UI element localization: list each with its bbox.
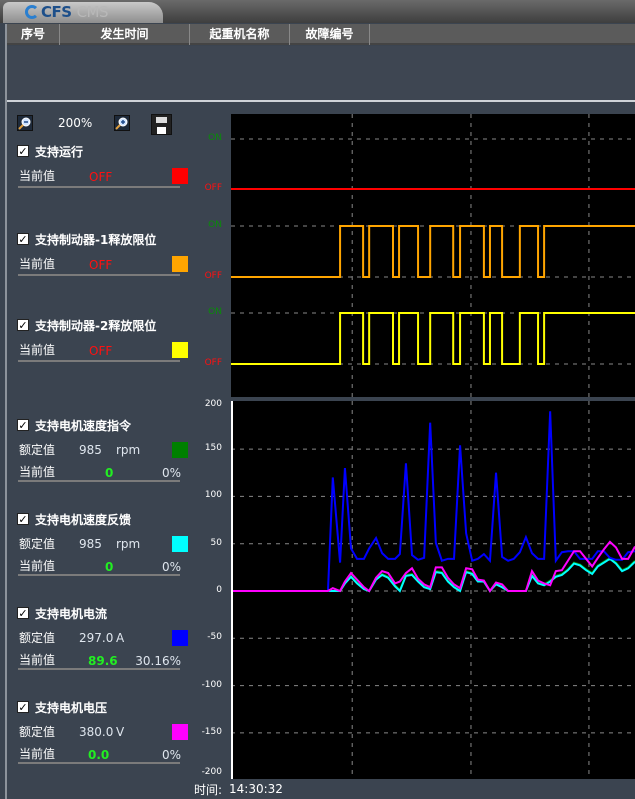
time-label: 时间:	[194, 783, 223, 797]
color-swatch[interactable]	[172, 342, 188, 358]
on-state-label: ON	[208, 307, 222, 317]
divider	[18, 186, 180, 188]
current-value: OFF	[89, 170, 113, 184]
zoom-in-icon[interactable]	[114, 115, 130, 131]
current-value-label: 当前值	[19, 257, 56, 271]
signal-name: 支持电机速度反馈	[35, 513, 132, 527]
current-percent: 0%	[161, 466, 181, 480]
current-percent: 30.16%	[135, 654, 181, 668]
column-header-crane-name[interactable]: 起重机名称	[190, 24, 290, 45]
time-value: 14:30:32	[229, 782, 283, 796]
y-tick-label: 50	[210, 537, 222, 548]
splitter[interactable]	[7, 100, 635, 102]
on-state-label: ON	[208, 220, 222, 230]
signal-checkbox[interactable]: ✓	[17, 701, 29, 713]
zoom-level: 200%	[58, 116, 93, 130]
current-value-label: 当前值	[19, 169, 56, 183]
y-tick-label: -200	[201, 767, 222, 777]
on-state-label: ON	[208, 133, 222, 143]
y-tick-label: 0	[216, 585, 222, 595]
logo-sub: CMS	[76, 3, 109, 21]
signal-checkbox[interactable]: ✓	[17, 319, 29, 331]
current-value-label: 当前值	[19, 747, 56, 761]
y-tick-label: -100	[201, 679, 222, 690]
rated-value-label: 额定值	[19, 443, 56, 457]
current-value-label: 当前值	[19, 343, 56, 357]
signal-checkbox[interactable]: ✓	[17, 607, 29, 619]
color-swatch[interactable]	[172, 256, 188, 272]
signal-name: 支持制动器-1释放限位	[35, 233, 157, 247]
color-swatch[interactable]	[172, 442, 188, 458]
y-tick-label: -50	[207, 632, 222, 643]
signal-checkbox[interactable]: ✓	[17, 419, 29, 431]
current-value-label: 当前值	[19, 653, 56, 667]
signal-checkbox[interactable]: ✓	[17, 513, 29, 525]
y-axis-line	[231, 401, 233, 779]
divider	[18, 480, 180, 482]
zoom-out-icon[interactable]	[17, 115, 33, 131]
rated-value: 297.0	[79, 631, 114, 645]
signal-name: 支持电机电压	[35, 701, 108, 715]
off-state-label: OFF	[204, 271, 222, 281]
signal-checkbox[interactable]: ✓	[17, 233, 29, 245]
color-swatch[interactable]	[172, 536, 188, 552]
column-header-index[interactable]: 序号	[7, 24, 60, 45]
current-value: OFF	[89, 258, 113, 272]
rated-unit: rpm	[116, 443, 141, 457]
color-swatch[interactable]	[172, 724, 188, 740]
y-tick-label: 200	[204, 399, 222, 409]
save-icon[interactable]	[151, 114, 172, 135]
signal-name: 支持运行	[35, 145, 84, 159]
app-logo: CFS CMS	[27, 3, 109, 21]
signal-checkbox[interactable]: ✓	[17, 145, 29, 157]
rated-unit: V	[116, 725, 125, 739]
rated-value-label: 额定值	[19, 537, 56, 551]
signal-name: 支持电机电流	[35, 607, 108, 621]
color-swatch[interactable]	[172, 630, 188, 646]
analog-signal-chart[interactable]	[231, 401, 635, 779]
logo-text: CFS	[41, 3, 72, 21]
rated-value: 985	[79, 443, 102, 457]
current-value-label: 当前值	[19, 559, 56, 573]
current-value: 0	[105, 560, 114, 574]
current-value: 89.6	[88, 654, 118, 668]
divider	[18, 360, 180, 362]
off-state-label: OFF	[204, 358, 222, 368]
left-border	[5, 24, 7, 799]
column-header-fault-code[interactable]: 故障编号	[290, 24, 370, 45]
digital-signal-chart[interactable]	[231, 114, 635, 397]
rated-value-label: 额定值	[19, 631, 56, 645]
divider	[18, 668, 180, 670]
column-header-time[interactable]: 发生时间	[60, 24, 190, 45]
divider	[18, 274, 180, 276]
rated-unit: rpm	[116, 537, 141, 551]
fault-table-header: 序号 发生时间 起重机名称 故障编号	[7, 24, 635, 45]
rated-value-label: 额定值	[19, 725, 56, 739]
divider	[18, 574, 180, 576]
current-percent: 0%	[161, 560, 181, 574]
fault-table-body	[7, 46, 635, 100]
current-percent: 0%	[161, 748, 181, 762]
divider	[18, 762, 180, 764]
current-value: 0.0	[88, 748, 110, 762]
current-value-label: 当前值	[19, 465, 56, 479]
off-state-label: OFF	[204, 183, 222, 193]
current-value: 0	[105, 466, 114, 480]
y-tick-label: -150	[201, 726, 222, 737]
signal-name: 支持电机速度指令	[35, 419, 132, 433]
y-tick-label: 150	[204, 443, 222, 454]
rated-value: 380.0	[79, 725, 114, 739]
signal-name: 支持制动器-2释放限位	[35, 319, 157, 333]
rated-unit: A	[116, 631, 125, 645]
color-swatch[interactable]	[172, 168, 188, 184]
current-value: OFF	[89, 344, 113, 358]
rated-value: 985	[79, 537, 102, 551]
y-tick-label: 100	[204, 490, 222, 501]
